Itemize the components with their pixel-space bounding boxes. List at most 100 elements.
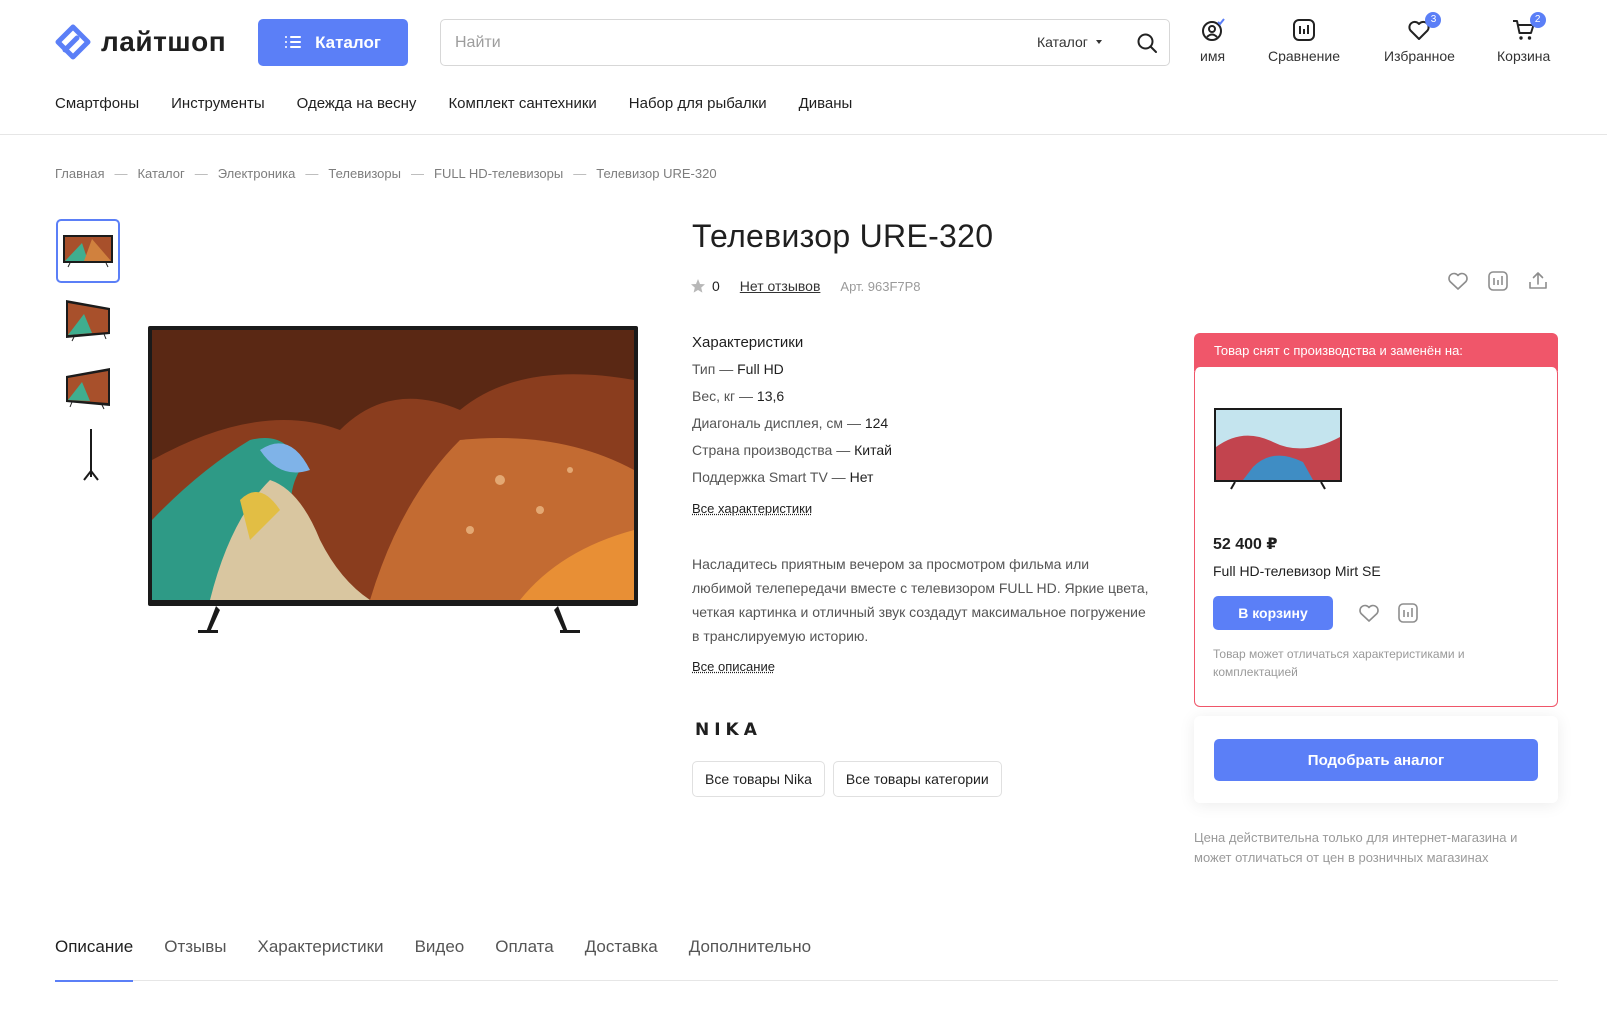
breadcrumb-item[interactable]: Главная <box>55 166 104 181</box>
profile-label: имя <box>1200 48 1226 64</box>
header-cart[interactable]: 2 Корзина <box>1497 12 1551 64</box>
cart-badge: 2 <box>1529 12 1546 28</box>
search-scope-label: Каталог <box>1037 34 1088 50</box>
breadcrumb-separator: — <box>114 166 128 181</box>
catalog-button[interactable]: Каталог <box>258 19 408 66</box>
spec-name: Тип — <box>692 361 738 377</box>
rating-value: 0 <box>712 278 720 294</box>
find-analog-button[interactable]: Подобрать аналог <box>1214 739 1538 781</box>
star-icon <box>691 279 705 293</box>
replacement-name[interactable]: Full HD-телевизор Mirt SE <box>1213 563 1381 579</box>
product-actions <box>1447 270 1549 292</box>
reviews-link[interactable]: Нет отзывов <box>740 278 821 294</box>
spec-row: Страна производства — Китай <box>692 442 892 461</box>
brand-logo-text: NIKA <box>695 720 762 740</box>
all-description-link[interactable]: Все описание <box>692 659 775 674</box>
breadcrumb-separator: — <box>194 166 208 181</box>
header-profile[interactable]: имя <box>1200 18 1225 64</box>
tab-description[interactable]: Описание <box>55 937 134 982</box>
favorites-badge: 3 <box>1425 12 1442 28</box>
nav-item[interactable]: Комплект сантехники <box>448 95 596 112</box>
thumbnail[interactable] <box>56 287 120 351</box>
heart-icon[interactable] <box>1447 270 1469 292</box>
list-icon <box>285 36 302 49</box>
spec-name: Поддержка Smart TV — <box>692 469 850 485</box>
tab-payment[interactable]: Оплата <box>495 937 553 981</box>
tab-delivery[interactable]: Доставка <box>585 937 658 981</box>
thumbnail-list <box>56 219 120 491</box>
thumbnail[interactable] <box>56 423 120 487</box>
brand-links: Все товары Nika Все товары категории <box>692 761 1002 797</box>
spec-row: Поддержка Smart TV — Нет <box>692 469 892 488</box>
tab-additional[interactable]: Дополнительно <box>689 937 811 981</box>
tab-reviews[interactable]: Отзывы <box>164 937 226 981</box>
breadcrumb-item[interactable]: Электроника <box>218 166 296 181</box>
replacement-product-image[interactable] <box>1213 407 1343 491</box>
spec-name: Вес, кг — <box>692 388 757 404</box>
compare-icon <box>1292 19 1315 41</box>
nav-item[interactable]: Диваны <box>799 95 853 112</box>
header-compare[interactable]: Сравнение <box>1268 18 1340 64</box>
tv-thumbnail-image <box>83 429 99 481</box>
brand-products-button[interactable]: Все товары Nika <box>692 761 825 797</box>
tab-specs[interactable]: Характеристики <box>258 937 384 981</box>
product-title: Телевизор URE-320 <box>692 218 994 254</box>
breadcrumb-item[interactable]: FULL HD-телевизоры <box>434 166 563 181</box>
nav-item[interactable]: Смартфоны <box>55 95 139 112</box>
nav-item[interactable]: Набор для рыбалки <box>629 95 767 112</box>
site-logo[interactable]: лайтшоп <box>55 24 226 60</box>
search-bar: Каталог <box>440 19 1170 66</box>
spec-value: 13,6 <box>756 388 785 404</box>
breadcrumb-item[interactable]: Каталог <box>137 166 184 181</box>
logo-icon <box>55 24 91 60</box>
tab-video[interactable]: Видео <box>415 937 465 981</box>
spec-row: Вес, кг — 13,6 <box>692 388 892 407</box>
spec-name: Страна производства — <box>692 442 855 458</box>
price-note: Цена действительна только для интернет-м… <box>1194 830 1518 865</box>
spec-value: 124 <box>864 415 889 431</box>
thumbnail[interactable] <box>56 355 120 419</box>
compare-icon[interactable] <box>1397 602 1419 624</box>
search-input[interactable] <box>441 33 1001 52</box>
add-to-cart-button[interactable]: В корзину <box>1213 596 1333 630</box>
favorites-icon-wrap: 3 <box>1407 12 1442 42</box>
product-main-image <box>148 326 638 633</box>
cart-label: Корзина <box>1497 48 1551 64</box>
thumbnail[interactable] <box>56 219 120 283</box>
header-favorites[interactable]: 3 Избранное <box>1384 12 1455 64</box>
breadcrumb-separator: — <box>305 166 319 181</box>
spec-row: Диагональ дисплея, см — 124 <box>692 415 892 434</box>
product-description: Насладитесь приятным вечером за просмотр… <box>692 552 1152 679</box>
spec-value: Китай <box>854 442 892 458</box>
spec-row: Тип — Full HD <box>692 361 892 380</box>
breadcrumb-separator: — <box>411 166 424 181</box>
tv-thumbnail-image <box>63 235 113 268</box>
product-sku: Арт. 963F7P8 <box>840 278 921 294</box>
breadcrumb-item[interactable]: Телевизоры <box>328 166 401 181</box>
discontinued-alert: Товар снят с производства и заменён на: <box>1194 333 1558 371</box>
caret-down-icon <box>1095 40 1102 44</box>
breadcrumb-current: Телевизор URE-320 <box>596 166 717 181</box>
product-specs: Характеристики Тип — Full HD Вес, кг — 1… <box>692 334 892 516</box>
tv-thumbnail-image <box>66 300 110 342</box>
search-scope-select[interactable]: Каталог <box>1037 34 1102 50</box>
replacement-note: Товар может отличаться характеристиками … <box>1213 647 1465 679</box>
cart-icon-wrap: 2 <box>1512 12 1546 42</box>
breadcrumb-separator: — <box>573 166 587 181</box>
all-specs-link[interactable]: Все характеристики <box>692 501 812 516</box>
category-products-button[interactable]: Все товары категории <box>832 761 1002 797</box>
spec-value: Full HD <box>737 361 784 377</box>
nav-item[interactable]: Одежда на весну <box>297 95 417 112</box>
nav-item[interactable]: Инструменты <box>171 95 265 112</box>
share-icon[interactable] <box>1527 270 1549 292</box>
replacement-price: 52 400 ₽ <box>1213 536 1278 553</box>
favorites-label: Избранное <box>1384 48 1455 64</box>
brand-logo[interactable]: NIKA <box>695 718 779 740</box>
catalog-button-label: Каталог <box>315 32 381 52</box>
brand-logo-image: NIKA <box>695 720 762 740</box>
analog-box: Подобрать аналог <box>1194 716 1558 803</box>
search-icon[interactable] <box>1136 32 1158 54</box>
heart-icon[interactable] <box>1358 603 1380 623</box>
site-header: лайтшоп Каталог Каталог имя <box>0 0 1607 135</box>
compare-icon[interactable] <box>1487 270 1509 292</box>
